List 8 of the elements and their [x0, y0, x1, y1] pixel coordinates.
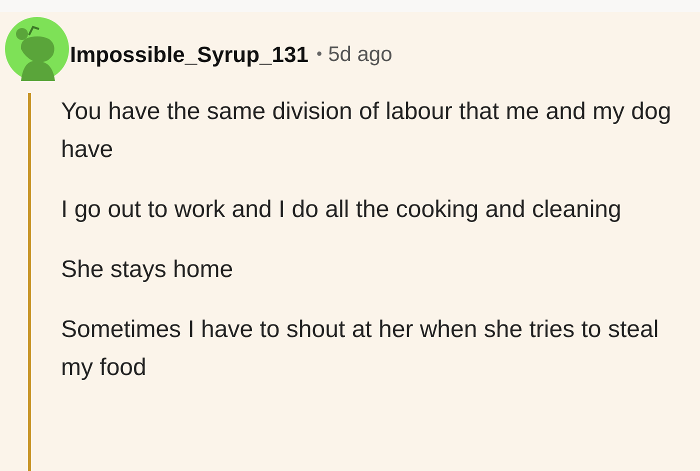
comment-paragraph: Sometimes I have to shout at her when she tries to steal my food	[61, 315, 660, 383]
separator-dot: •	[316, 46, 322, 64]
comment-paragraph: She stays home	[61, 255, 234, 285]
username[interactable]: Impossible_Syrup_131	[70, 42, 308, 68]
comment-paragraph: You have the same division of labour that me and my dog have	[61, 97, 672, 165]
comment-paragraph: I go out to work and I do all the cooking and cleaning	[61, 195, 622, 225]
avatar-icon[interactable]	[5, 17, 69, 81]
timestamp: 5d ago	[328, 43, 392, 67]
